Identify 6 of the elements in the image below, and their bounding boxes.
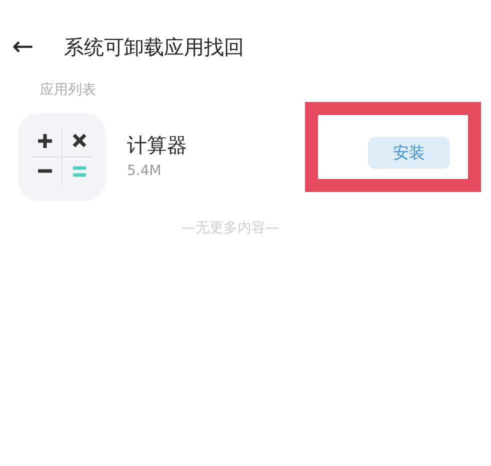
calculator-icon[interactable] [18, 113, 106, 201]
app-name: 计算器 [127, 132, 187, 158]
back-button[interactable]: ← [12, 34, 52, 60]
page-title: 系统可卸载应用找回 [64, 34, 244, 60]
app-size: 5.4M [127, 162, 162, 178]
section-label: 应用列表 [40, 81, 97, 99]
